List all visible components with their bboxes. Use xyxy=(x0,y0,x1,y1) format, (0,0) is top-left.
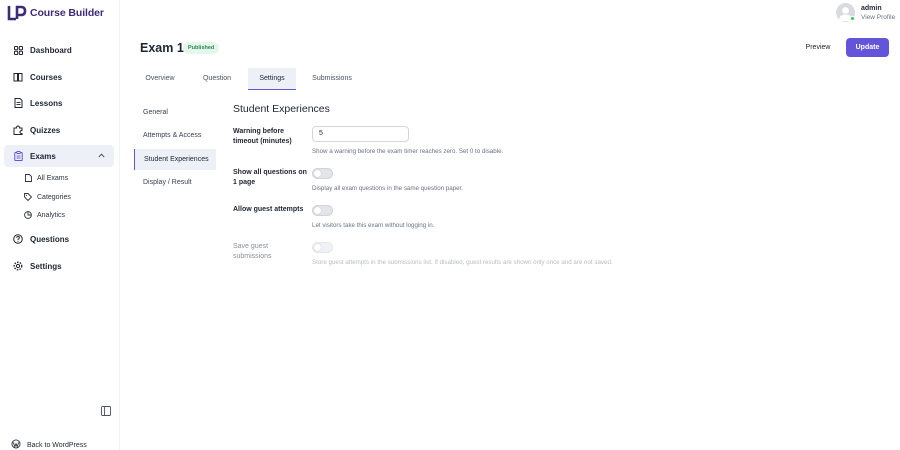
save-guest-toggle[interactable] xyxy=(312,242,333,253)
sidebar-item-label: Settings xyxy=(30,261,62,271)
wordpress-icon xyxy=(11,439,21,450)
back-to-wordpress-link[interactable]: Back to WordPress xyxy=(11,439,87,450)
warning-timeout-input[interactable]: 5 xyxy=(312,126,409,142)
back-to-wordpress-label: Back to WordPress xyxy=(27,441,87,449)
chevron-up-icon[interactable] xyxy=(98,151,105,160)
preview-button[interactable]: Preview xyxy=(796,39,840,56)
clipboard-icon xyxy=(13,151,23,161)
profile-name: admin xyxy=(861,4,882,12)
save-guest-label: Save guest submissions xyxy=(233,243,272,260)
sidebar-item-label: Lessons xyxy=(30,98,63,108)
sidebar: Course Builder Dashboard Courses Lessons… xyxy=(0,0,120,450)
online-status-dot xyxy=(850,16,855,21)
tab-question[interactable]: Question xyxy=(193,68,241,90)
logo-text: Course Builder xyxy=(30,7,104,19)
warning-timeout-help: Show a warning before the exam timer rea… xyxy=(312,148,504,155)
gear-icon xyxy=(13,261,23,271)
logo[interactable]: Course Builder xyxy=(7,4,104,22)
sidebar-subitem-analytics[interactable]: Analytics xyxy=(24,211,65,219)
sidebar-collapse-icon[interactable] xyxy=(101,403,111,416)
update-button[interactable]: Update xyxy=(846,38,889,57)
save-guest-help: Store guest attempts in the submissions … xyxy=(312,259,613,266)
allow-guest-toggle[interactable] xyxy=(312,205,333,216)
sidebar-subitem-label: Analytics xyxy=(37,211,66,219)
puzzle-icon xyxy=(13,125,23,135)
allow-guest-label: Allow guest attempts xyxy=(233,206,304,213)
file-icon xyxy=(24,174,32,182)
sidebar-subitem-categories[interactable]: Categories xyxy=(24,193,71,201)
toggle-knob xyxy=(314,244,321,251)
section-title: Student Experiences xyxy=(233,103,330,115)
sidebar-item-label: Quizzes xyxy=(30,125,61,135)
tab-submissions[interactable]: Submissions xyxy=(304,68,360,90)
document-icon xyxy=(13,98,23,108)
settings-nav-student-experiences[interactable]: Student Experiences xyxy=(134,149,216,170)
sidebar-item-lessons[interactable]: Lessons xyxy=(4,92,114,114)
allow-guest-help: Let visitors take this exam without logg… xyxy=(312,222,435,229)
settings-nav-display-result[interactable]: Display / Result xyxy=(134,172,216,193)
tags-icon xyxy=(24,193,32,201)
settings-nav-general[interactable]: General xyxy=(134,102,216,123)
sidebar-item-label: Exams xyxy=(30,151,56,161)
page-title: Exam 1 xyxy=(140,41,184,55)
settings-nav-attempts-access[interactable]: Attempts & Access xyxy=(134,125,216,146)
grid-icon xyxy=(13,45,23,55)
sidebar-item-dashboard[interactable]: Dashboard xyxy=(4,39,114,61)
tab-settings[interactable]: Settings xyxy=(248,68,296,90)
status-badge: Published xyxy=(183,42,220,54)
sidebar-item-label: Dashboard xyxy=(30,45,72,55)
toggle-knob xyxy=(314,170,321,177)
sidebar-subitem-all-exams[interactable]: All Exams xyxy=(24,174,68,182)
profile-menu[interactable]: admin View Profile xyxy=(836,3,895,22)
sidebar-item-quizzes[interactable]: Quizzes xyxy=(4,119,114,141)
sidebar-item-label: Courses xyxy=(30,72,63,82)
show-all-questions-label: Show all questions on 1 page xyxy=(233,169,307,186)
sidebar-item-exams[interactable]: Exams xyxy=(4,145,114,167)
view-profile-link[interactable]: View Profile xyxy=(861,13,895,22)
show-all-questions-toggle[interactable] xyxy=(312,168,333,179)
sidebar-item-questions[interactable]: Questions xyxy=(4,228,114,250)
pie-icon xyxy=(24,211,32,219)
logo-icon xyxy=(7,4,27,22)
book-icon xyxy=(13,72,23,82)
sidebar-item-settings[interactable]: Settings xyxy=(4,255,114,277)
sidebar-item-label: Questions xyxy=(30,234,70,244)
toggle-knob xyxy=(314,207,321,214)
sidebar-subitem-label: Categories xyxy=(37,193,71,201)
tab-overview[interactable]: Overview xyxy=(135,68,185,90)
show-all-questions-help: Display all exam questions in the same q… xyxy=(312,185,463,192)
warning-timeout-label: Warning before timeout (minutes) xyxy=(233,128,292,145)
sidebar-subitem-label: All Exams xyxy=(37,174,69,182)
sidebar-item-courses[interactable]: Courses xyxy=(4,66,114,88)
question-icon xyxy=(13,234,23,244)
